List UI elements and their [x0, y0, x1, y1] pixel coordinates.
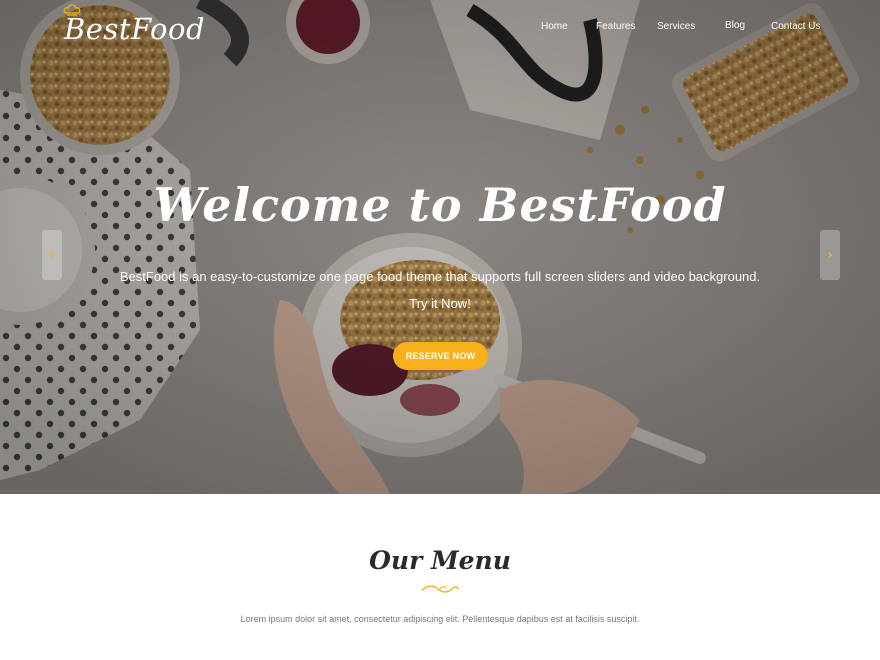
nav-item-home[interactable]: Home — [541, 21, 568, 32]
reserve-now-button[interactable]: RESERVE NOW — [393, 342, 488, 370]
chevron-left-icon: ‹ — [49, 247, 55, 263]
nav-item-services[interactable]: Services — [657, 21, 695, 32]
hero-description: BestFood is an easy-to-customize one pag… — [119, 269, 761, 284]
main-navigation: Home Features Services Blog Contact Us — [0, 0, 880, 50]
hero-slider: BestFood Home Features Services Blog Con… — [0, 0, 880, 494]
flourish-divider-icon — [421, 585, 459, 593]
section-description: Lorem ipsum dolor sit amet, consectetur … — [240, 614, 640, 624]
chevron-right-icon: › — [827, 247, 833, 263]
nav-item-contact[interactable]: Contact Us — [771, 21, 820, 32]
section-title: Our Menu — [369, 546, 511, 575]
hero-cta-text: Try it Now! — [409, 296, 471, 311]
hero-overlay — [0, 0, 880, 494]
nav-item-blog[interactable]: Blog — [725, 20, 745, 31]
nav-item-features[interactable]: Features — [596, 21, 635, 32]
hero-title: Welcome to BestFood — [153, 178, 727, 232]
